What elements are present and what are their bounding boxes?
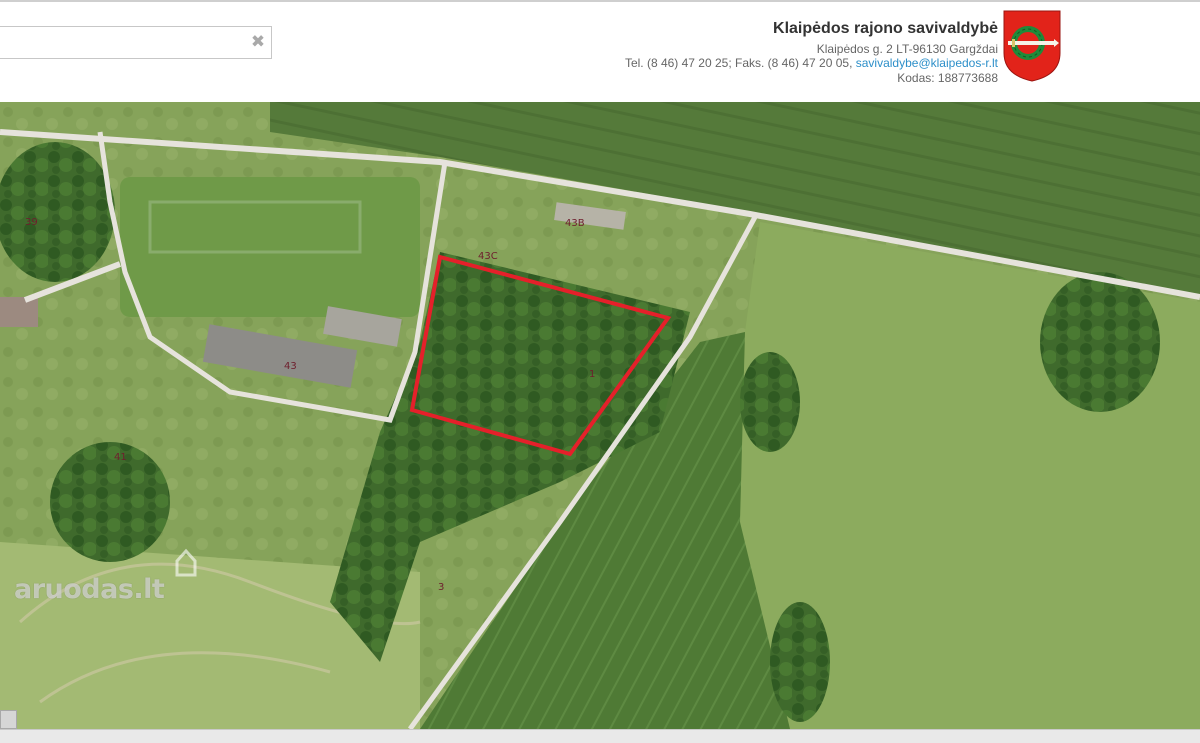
- search-box[interactable]: ✖: [0, 26, 272, 59]
- parcel-label-39: 39: [25, 217, 38, 228]
- parcel-label-43b: 43B: [565, 218, 585, 229]
- satellite-map[interactable]: 39 43B 43C 43 41 1 3: [0, 102, 1200, 729]
- phone-fax: Tel. (8 46) 47 20 25; Faks. (8 46) 47 20…: [624, 56, 856, 70]
- municipality-address: Klaipėdos g. 2 LT-96130 Gargždai: [816, 41, 998, 56]
- watermark: aruodas.lt: [14, 574, 165, 605]
- coat-of-arms-icon: [1002, 9, 1062, 83]
- email-link[interactable]: savivaldybe@klaipedos-r.lt: [856, 56, 998, 70]
- parcel-label-1: 1: [589, 369, 595, 380]
- clear-icon[interactable]: ✖: [249, 32, 267, 52]
- bottom-bar: [0, 729, 1200, 743]
- resize-handle[interactable]: [0, 710, 17, 729]
- municipality-title: Klaipėdos rajono savivaldybė: [773, 20, 998, 37]
- house-icon: [175, 548, 197, 577]
- parcel-label-43c: 43C: [478, 251, 498, 262]
- parcel-label-41: 41: [114, 452, 127, 463]
- parcel-label-3: 3: [438, 582, 444, 593]
- map-view[interactable]: 39 43B 43C 43 41 1 3: [0, 102, 1200, 729]
- search-input[interactable]: [0, 27, 239, 58]
- municipality-contacts: Tel. (8 46) 47 20 25; Faks. (8 46) 47 20…: [625, 56, 998, 71]
- parcel-label-43: 43: [284, 361, 297, 372]
- header: ✖ Klaipėdos rajono savivaldybė Klaipėdos…: [0, 0, 1200, 102]
- municipality-code: Kodas: 188773688: [897, 70, 998, 85]
- municipality-info: Klaipėdos rajono savivaldybė Klaipėdos g…: [625, 20, 998, 85]
